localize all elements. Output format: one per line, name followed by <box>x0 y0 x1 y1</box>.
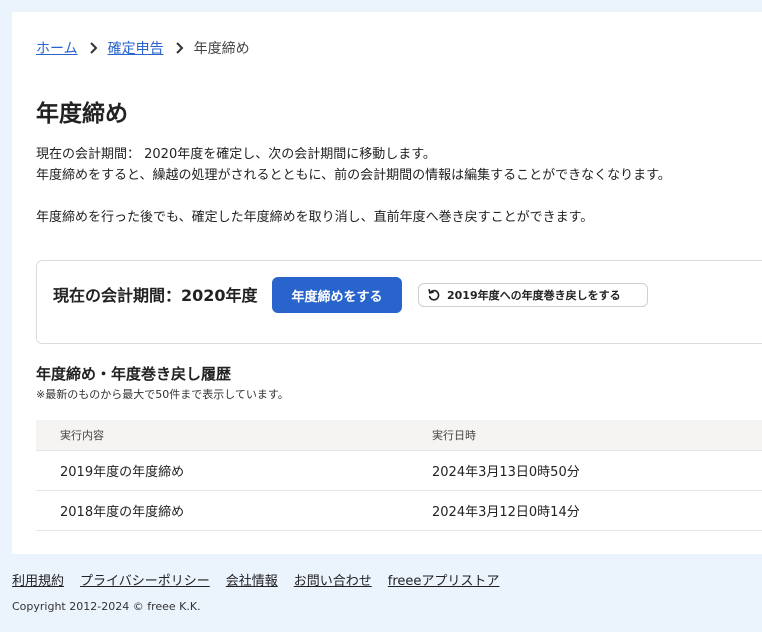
breadcrumb: ホーム 確定申告 年度締め <box>36 38 250 58</box>
rollback-year-button[interactable]: 2019年度への年度巻き戻しをする <box>418 283 648 307</box>
undo-icon <box>428 288 440 301</box>
row-datetime: 2024年3月13日0時50分 <box>408 450 762 491</box>
footer-links: 利用規約 プライバシーポリシー 会社情報 お問い合わせ freeeアプリストア <box>12 570 515 589</box>
table-row: 2019年度の年度締め 2024年3月13日0時50分 <box>36 450 762 491</box>
page-title: 年度締め <box>36 101 128 127</box>
footer-link-privacy[interactable]: プライバシーポリシー <box>80 570 210 589</box>
footer-link-contact[interactable]: お問い合わせ <box>294 570 372 589</box>
description-line-2: 年度締めをすると、繰越の処理がされるとともに、前の会計期間の情報は編集することが… <box>36 168 671 183</box>
table-row: 2018年度の年度締め 2024年3月12日0時14分 <box>36 490 762 531</box>
close-year-button[interactable]: 年度締めをする <box>272 277 402 313</box>
breadcrumb-current: 年度締め <box>193 41 250 57</box>
row-action: 2019年度の年度締め <box>36 450 408 491</box>
main-card: ホーム 確定申告 年度締め 年度締め 現在の会計期間： 2020年度を確定し、次… <box>12 12 762 554</box>
current-period-box: 現在の会計期間：2020年度 年度締めをする 2019年度への年度巻き戻しをする <box>36 260 762 344</box>
chevron-right-icon <box>89 42 98 54</box>
history-table: 実行内容 実行日時 2019年度の年度締め 2024年3月13日0時50分 20… <box>36 420 762 531</box>
breadcrumb-tax-return-link[interactable]: 確定申告 <box>108 38 164 58</box>
footer-link-company[interactable]: 会社情報 <box>226 570 278 589</box>
history-title: 年度締め・年度巻き戻し履歴 <box>36 365 232 383</box>
footer-link-terms[interactable]: 利用規約 <box>12 570 64 589</box>
description-line-3: 年度締めを行った後でも、確定した年度締めを取り消し、直前年度へ巻き戻すことができ… <box>36 210 594 225</box>
breadcrumb-home-link[interactable]: ホーム <box>36 38 78 58</box>
row-datetime: 2024年3月12日0時14分 <box>408 490 762 531</box>
rollback-year-button-label: 2019年度への年度巻き戻しをする <box>447 289 621 302</box>
column-header-datetime: 実行日時 <box>408 420 762 451</box>
footer-link-app-store[interactable]: freeeアプリストア <box>388 570 500 589</box>
description-line-1: 現在の会計期間： 2020年度を確定し、次の会計期間に移動します。 <box>36 147 436 162</box>
row-action: 2018年度の年度締め <box>36 490 408 531</box>
chevron-right-icon <box>175 42 184 54</box>
current-period-label: 現在の会計期間：2020年度 <box>53 286 258 305</box>
table-header-row: 実行内容 実行日時 <box>36 420 762 451</box>
column-header-action: 実行内容 <box>36 420 408 451</box>
history-note: ※最新のものから最大で50件まで表示しています。 <box>36 388 289 401</box>
copyright: Copyright 2012-2024 © freee K.K. <box>12 600 201 613</box>
